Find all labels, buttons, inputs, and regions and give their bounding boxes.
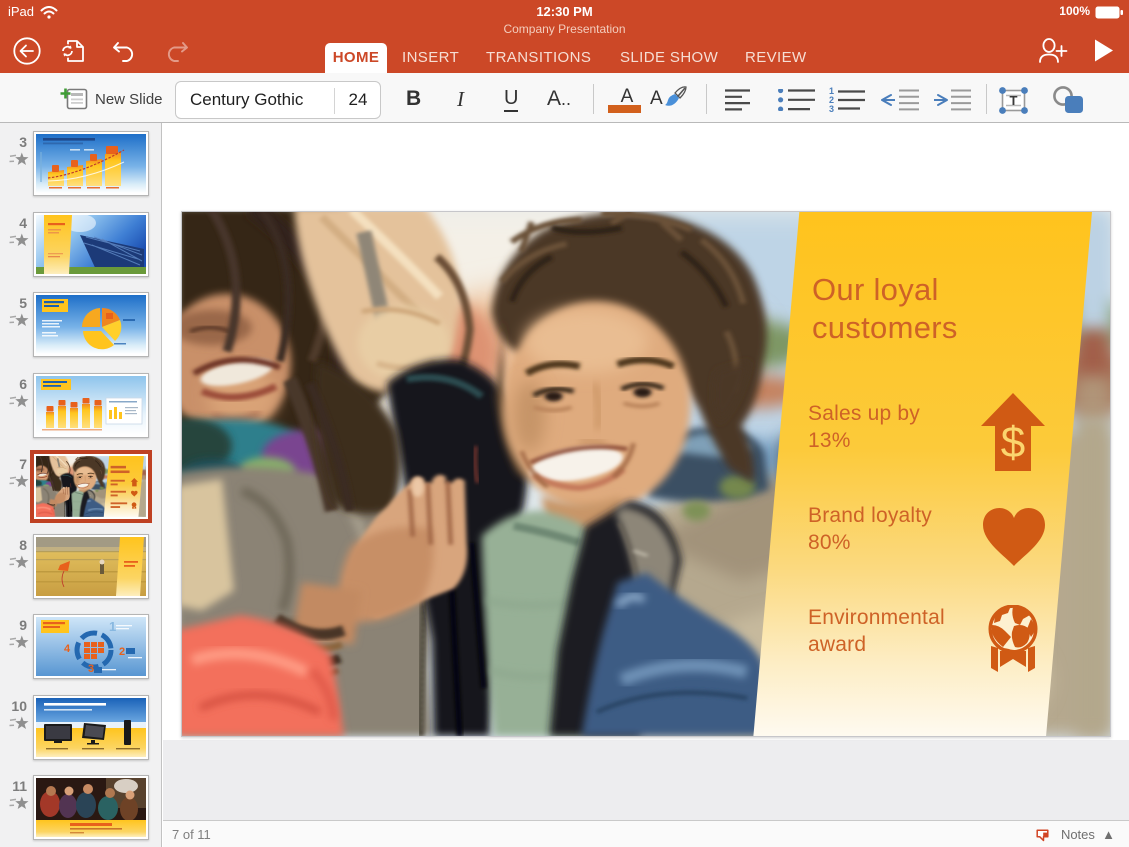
svg-text:T: T	[1010, 93, 1018, 108]
svg-text:$: $	[1001, 418, 1025, 467]
